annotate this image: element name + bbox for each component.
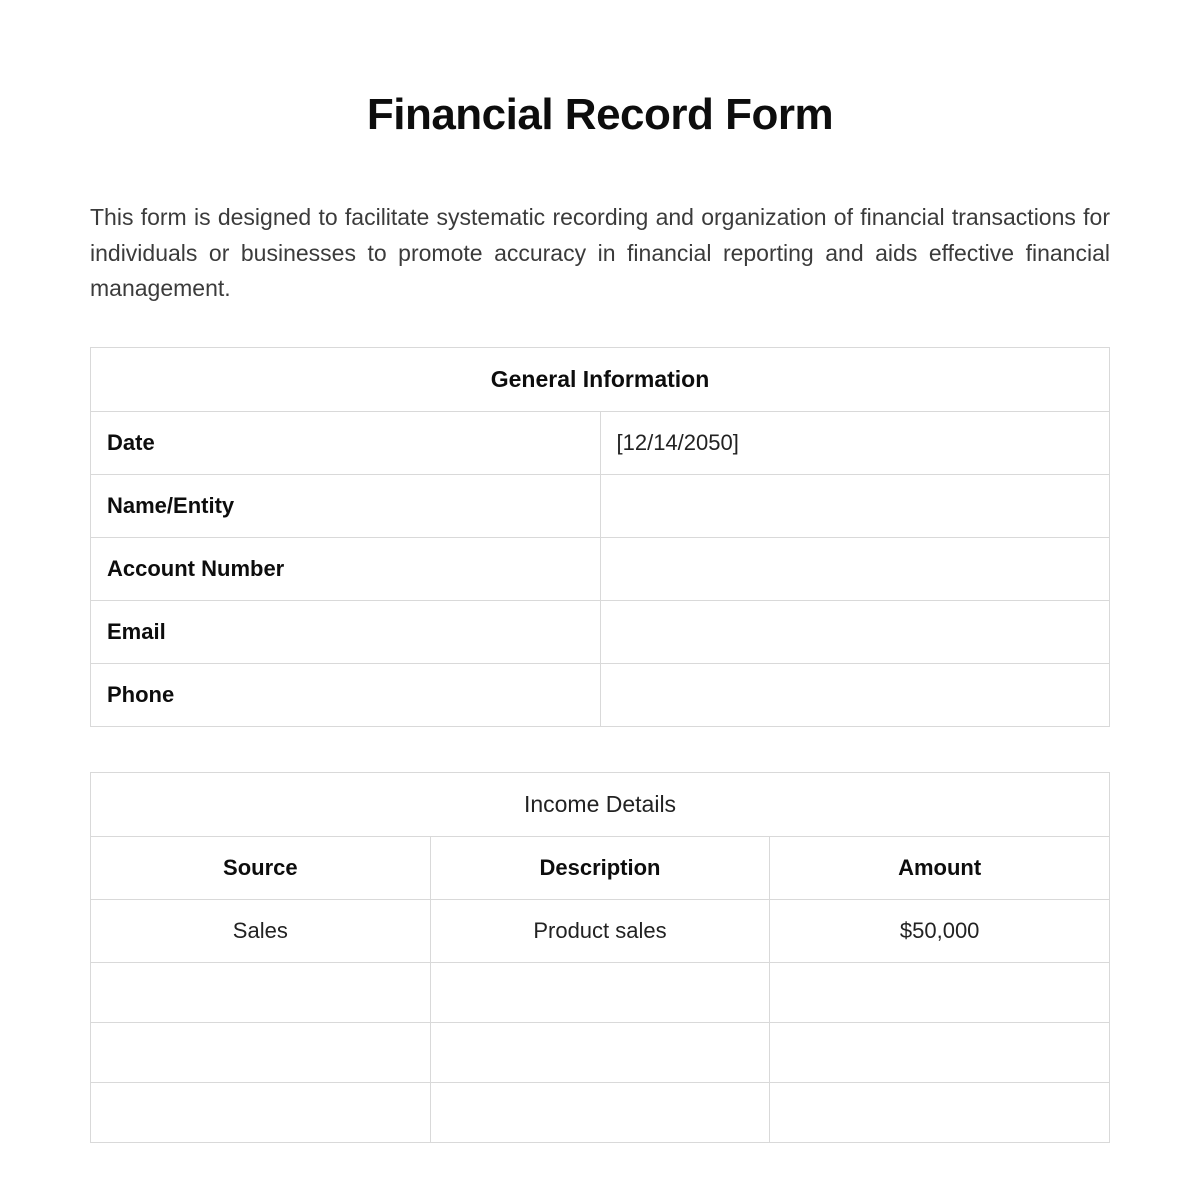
income-amount[interactable] — [770, 1082, 1110, 1142]
table-row: Date [12/14/2050] — [91, 411, 1110, 474]
field-label-email: Email — [91, 600, 601, 663]
field-label-phone: Phone — [91, 663, 601, 726]
page-title: Financial Record Form — [90, 90, 1110, 140]
field-label-date: Date — [91, 411, 601, 474]
income-description[interactable] — [430, 1082, 770, 1142]
table-row: Source Description Amount — [91, 836, 1110, 899]
income-source[interactable] — [91, 1082, 431, 1142]
income-description[interactable]: Product sales — [430, 899, 770, 962]
field-label-account: Account Number — [91, 537, 601, 600]
income-source[interactable]: Sales — [91, 899, 431, 962]
column-header-description: Description — [430, 836, 770, 899]
column-header-amount: Amount — [770, 836, 1110, 899]
table-row: Email — [91, 600, 1110, 663]
income-description[interactable] — [430, 1022, 770, 1082]
table-row: Sales Product sales $50,000 — [91, 899, 1110, 962]
table-row: Account Number — [91, 537, 1110, 600]
field-value-email[interactable] — [600, 600, 1110, 663]
income-amount[interactable] — [770, 1022, 1110, 1082]
table-row — [91, 1082, 1110, 1142]
field-value-phone[interactable] — [600, 663, 1110, 726]
column-header-source: Source — [91, 836, 431, 899]
general-info-header: General Information — [91, 347, 1110, 411]
general-info-table: General Information Date [12/14/2050] Na… — [90, 347, 1110, 727]
field-value-date[interactable]: [12/14/2050] — [600, 411, 1110, 474]
table-row — [91, 962, 1110, 1022]
income-amount[interactable] — [770, 962, 1110, 1022]
income-amount[interactable]: $50,000 — [770, 899, 1110, 962]
income-details-header: Income Details — [91, 772, 1110, 836]
field-value-account[interactable] — [600, 537, 1110, 600]
income-source[interactable] — [91, 1022, 431, 1082]
page-container: Financial Record Form This form is desig… — [0, 0, 1200, 1200]
table-row: Phone — [91, 663, 1110, 726]
income-description[interactable] — [430, 962, 770, 1022]
table-row: Name/Entity — [91, 474, 1110, 537]
field-value-name[interactable] — [600, 474, 1110, 537]
intro-paragraph: This form is designed to facilitate syst… — [90, 200, 1110, 307]
field-label-name: Name/Entity — [91, 474, 601, 537]
income-details-table: Income Details Source Description Amount… — [90, 772, 1110, 1143]
income-source[interactable] — [91, 962, 431, 1022]
table-row — [91, 1022, 1110, 1082]
